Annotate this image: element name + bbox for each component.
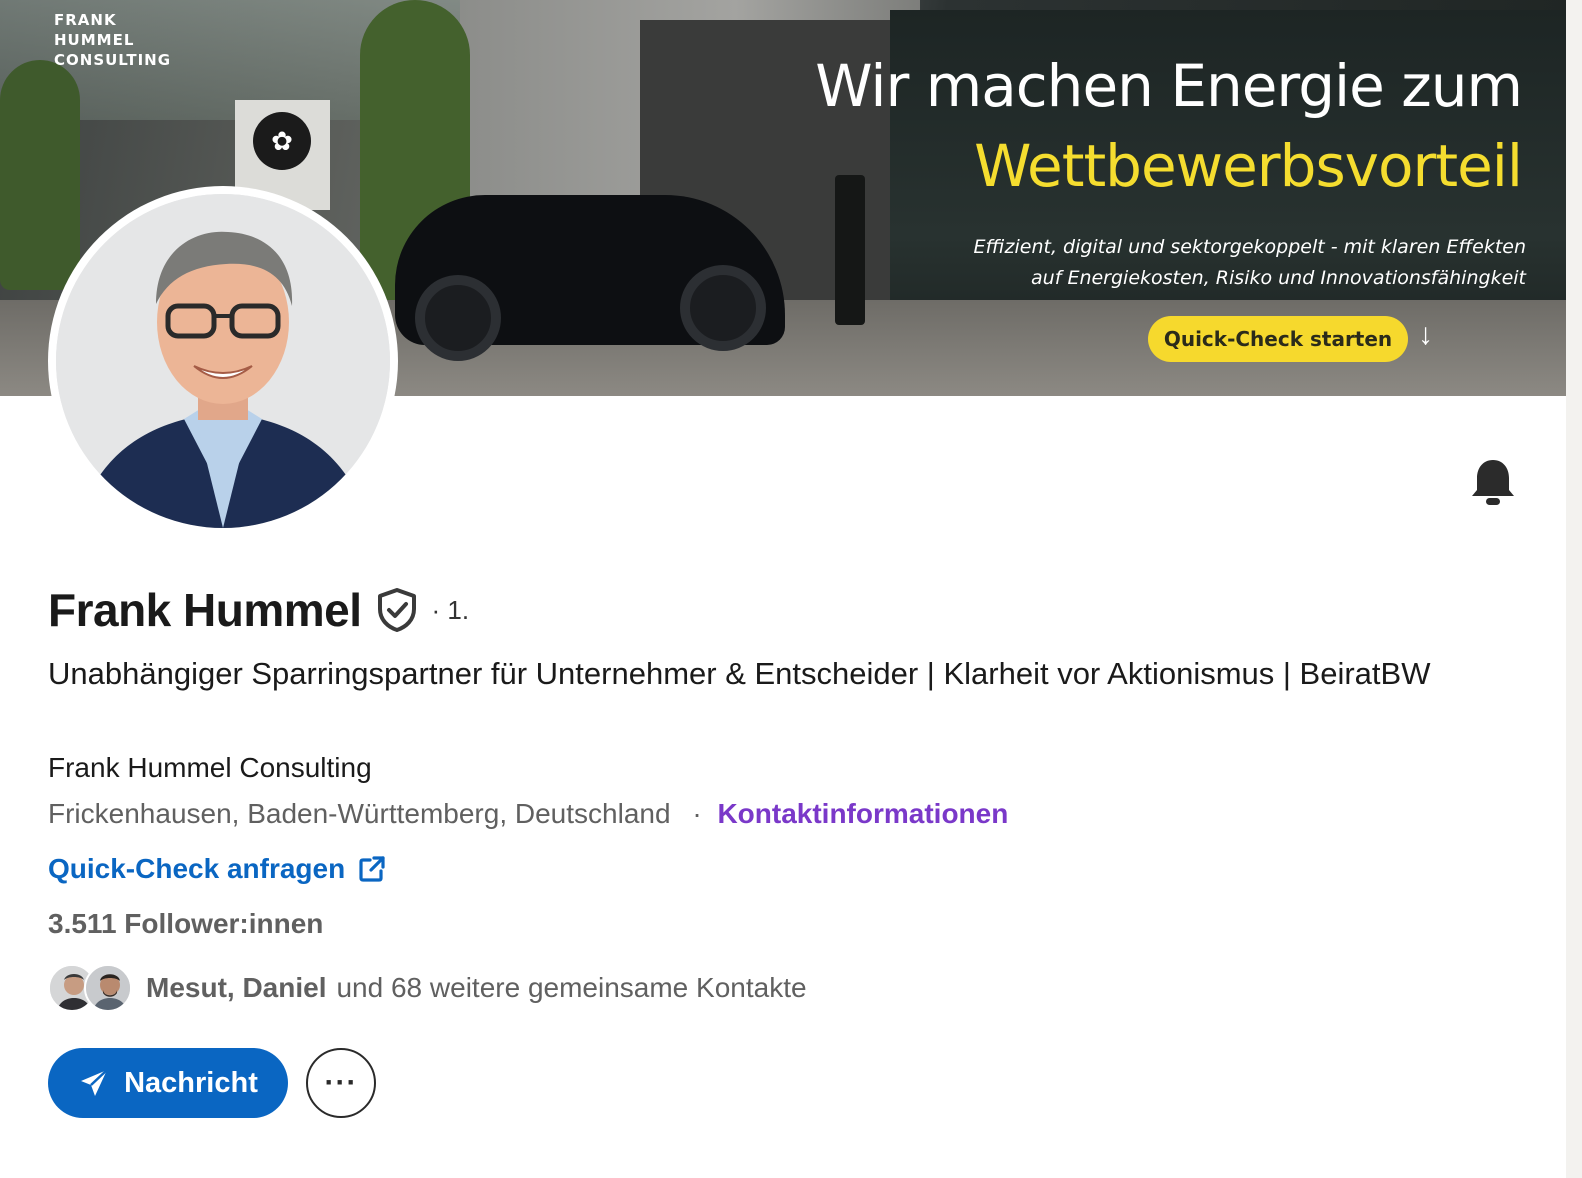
notification-bell-button[interactable] (1468, 456, 1518, 508)
curved-arrow-icon: ↓ (1418, 318, 1433, 351)
banner-tree (0, 60, 80, 290)
banner-tagline: Effizient, digital und sektorgekoppelt -… (974, 232, 1526, 294)
external-link-icon (359, 856, 385, 882)
person-avatar-icon (86, 966, 130, 1010)
follower-count[interactable]: 3.511 Follower:innen (48, 906, 323, 942)
mutual-names: Mesut, Daniel (146, 972, 327, 1003)
message-button-label: Nachricht (124, 1066, 258, 1099)
brand-wordmark: FRANK HUMMEL CONSULTING (54, 10, 171, 70)
current-company[interactable]: Frank Hummel Consulting (48, 750, 372, 786)
profile-actions: Nachricht ··· (48, 1048, 376, 1118)
avatar-photo (56, 194, 390, 528)
brand-line: HUMMEL (54, 31, 135, 49)
profile-headline: Unabhängiger Sparringspartner für Untern… (48, 656, 1431, 691)
contact-info-link[interactable]: Kontaktinformationen (717, 798, 1008, 829)
verified-shield-icon[interactable] (376, 587, 418, 633)
banner-headline-line1: Wir machen Energie zum (815, 52, 1523, 120)
banner-car (395, 195, 785, 361)
profile-name: Frank Hummel (48, 584, 362, 636)
profile-avatar[interactable] (48, 186, 398, 536)
mutual-avatars (48, 962, 138, 1014)
banner-headline: Wir machen Energie zum Wettbewerbsvortei… (815, 46, 1523, 206)
bell-icon (1472, 460, 1514, 505)
banner-headline-line2: Wettbewerbsvorteil (974, 132, 1523, 200)
person-portrait-icon (56, 194, 390, 528)
website-link-label: Quick-Check anfragen (48, 853, 346, 884)
paper-plane-icon (81, 1069, 108, 1096)
mutual-rest: und 68 weitere gemeinsame Kontakte (336, 972, 807, 1003)
company-logo-icon: ✿ (253, 112, 311, 170)
car-wheel (680, 265, 766, 351)
brand-line: FRANK (54, 11, 117, 29)
message-button[interactable]: Nachricht (48, 1048, 288, 1118)
location-row: Frickenhausen, Baden-Württemberg, Deutsc… (48, 796, 1008, 832)
name-row: Frank Hummel · 1. (48, 582, 469, 638)
banner-tagline-line1: Effizient, digital und sektorgekoppelt -… (973, 236, 1526, 258)
page-gutter (1566, 0, 1582, 1178)
location-text: Frickenhausen, Baden-Württemberg, Deutsc… (48, 798, 671, 829)
mutual-connections[interactable]: Mesut, Daniel und 68 weitere gemeinsame … (48, 962, 807, 1014)
profile-card: ✿ FRANK HUMMEL CONSULTING Wir machen Ene… (0, 0, 1566, 1178)
connection-degree: · 1. (431, 594, 470, 625)
ellipsis-icon: ··· (324, 1066, 358, 1099)
banner-tagline-line2: auf Energiekosten, Risiko und Innovation… (1031, 267, 1526, 289)
location-separator: · (692, 798, 702, 829)
brand-line: CONSULTING (54, 51, 172, 69)
more-actions-button[interactable]: ··· (306, 1048, 376, 1118)
website-link[interactable]: Quick-Check anfragen (48, 851, 387, 887)
banner-cta-pill: Quick-Check starten (1148, 316, 1408, 362)
avatar (84, 964, 132, 1012)
car-wheel (415, 275, 501, 361)
